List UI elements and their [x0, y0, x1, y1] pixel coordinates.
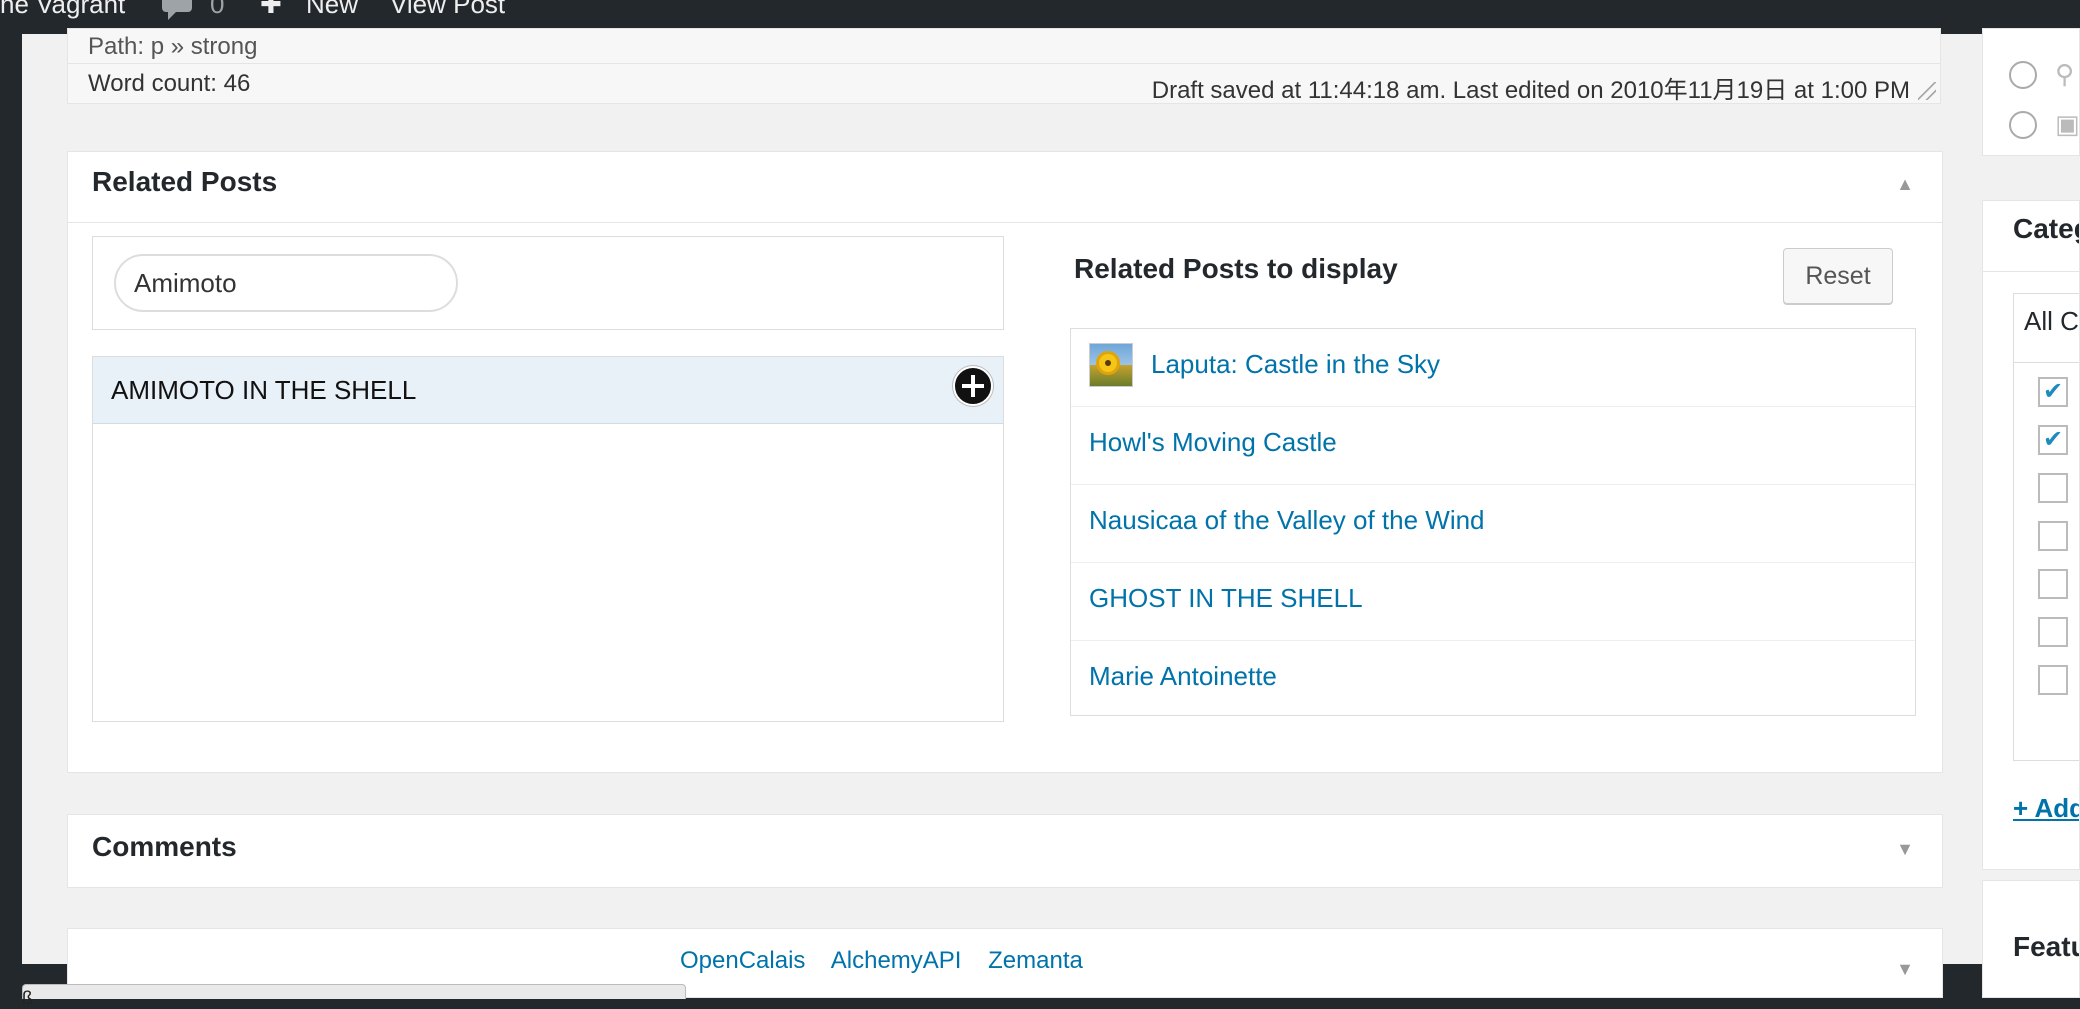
related-search-panel: [92, 236, 1004, 330]
draft-status: Draft saved at 11:44:18 am. Last edited …: [1151, 77, 1910, 104]
comments-icon[interactable]: [162, 0, 192, 20]
format-radio[interactable]: [2009, 111, 2037, 139]
sunflower-thumbnail-icon: [1089, 343, 1133, 387]
display-list-item[interactable]: Marie Antoinette: [1071, 641, 1915, 719]
image-icon: ▣: [2055, 109, 2080, 139]
display-item-link[interactable]: Marie Antoinette: [1089, 661, 1277, 692]
display-list-item[interactable]: Laputa: Castle in the Sky: [1071, 329, 1915, 407]
categories-title[interactable]: Categ: [2013, 213, 2079, 245]
related-search-input[interactable]: [114, 254, 458, 312]
category-checkbox[interactable]: [2038, 521, 2068, 551]
tooltip-popup: [22, 984, 686, 999]
tab-all-categories[interactable]: All Ca: [2024, 306, 2079, 337]
word-count: Word count: 46: [88, 70, 251, 97]
reset-button[interactable]: Reset: [1783, 248, 1893, 304]
related-posts-title[interactable]: Related Posts: [92, 166, 277, 198]
link-icon: ⚲: [2055, 59, 2075, 89]
comments-title[interactable]: Comments: [92, 831, 237, 863]
categories-box: Categ All Ca + Add: [1982, 200, 2080, 870]
comments-box: Comments ▼: [67, 814, 1943, 888]
display-list-item[interactable]: GHOST IN THE SHELL: [1071, 563, 1915, 641]
post-format-box: ⚲ ▣: [1982, 28, 2080, 156]
categories-tabs: All Ca: [2013, 293, 2079, 363]
new-plus-icon[interactable]: ✚: [260, 0, 282, 17]
display-item-link[interactable]: GHOST IN THE SHELL: [1089, 583, 1363, 614]
format-radio[interactable]: [2009, 61, 2037, 89]
new-content-link[interactable]: New: [306, 0, 358, 17]
editor-status-line: Word count: 46 Draft saved at 11:44:18 a…: [68, 63, 1940, 104]
editor-resize-handle[interactable]: [1918, 82, 1936, 100]
categories-checklist: [2013, 361, 2079, 761]
search-results-list: AMIMOTO IN THE SHELL: [92, 356, 1004, 722]
box-divider: [1983, 271, 2079, 272]
category-checkbox[interactable]: [2038, 569, 2068, 599]
category-checkbox[interactable]: [2038, 617, 2068, 647]
category-checkbox[interactable]: [2038, 377, 2068, 407]
expand-arrow-icon[interactable]: ▼: [1896, 959, 1914, 980]
featured-image-box: Featu: [1982, 880, 2080, 998]
editor-status-bar: Path: p » strong Word count: 46 Draft sa…: [67, 28, 1941, 104]
add-plus-icon[interactable]: [953, 366, 993, 406]
service-links[interactable]: OpenCalais AlchemyAPI Zemanta: [680, 947, 1083, 975]
related-posts-box: Related Posts ▲ AMIMOTO IN THE SHELL Rel…: [67, 151, 1943, 773]
search-result-title: AMIMOTO IN THE SHELL: [111, 375, 417, 405]
related-display-title: Related Posts to display: [1074, 253, 1398, 284]
editor-path: Path: p » strong: [88, 33, 258, 60]
expand-arrow-icon[interactable]: ▼: [1896, 839, 1914, 860]
main-content: Path: p » strong Word count: 46 Draft sa…: [22, 28, 2080, 1008]
category-checkbox[interactable]: [2038, 473, 2068, 503]
display-item-link[interactable]: Howl's Moving Castle: [1089, 427, 1337, 458]
site-name-link[interactable]: he Vagrant: [0, 0, 125, 17]
category-checkbox[interactable]: [2038, 425, 2068, 455]
comments-count[interactable]: 0: [210, 0, 224, 17]
box-divider: [68, 222, 1942, 223]
related-display-list: Laputa: Castle in the Sky Howl's Moving …: [1070, 328, 1916, 716]
display-list-item[interactable]: Howl's Moving Castle: [1071, 407, 1915, 485]
cursor-glyph: ß: [22, 988, 33, 1008]
view-post-link[interactable]: View Post: [390, 0, 505, 17]
category-checkbox[interactable]: [2038, 665, 2068, 695]
collapse-arrow-icon[interactable]: ▲: [1896, 174, 1914, 195]
search-result-item[interactable]: AMIMOTO IN THE SHELL: [93, 357, 1003, 424]
display-item-link[interactable]: Laputa: Castle in the Sky: [1151, 349, 1440, 380]
display-item-link[interactable]: Nausicaa of the Valley of the Wind: [1089, 505, 1485, 536]
featured-image-title[interactable]: Featu: [2013, 931, 2079, 963]
display-list-item[interactable]: Nausicaa of the Valley of the Wind: [1071, 485, 1915, 563]
add-category-link[interactable]: + Add: [2013, 793, 2079, 824]
